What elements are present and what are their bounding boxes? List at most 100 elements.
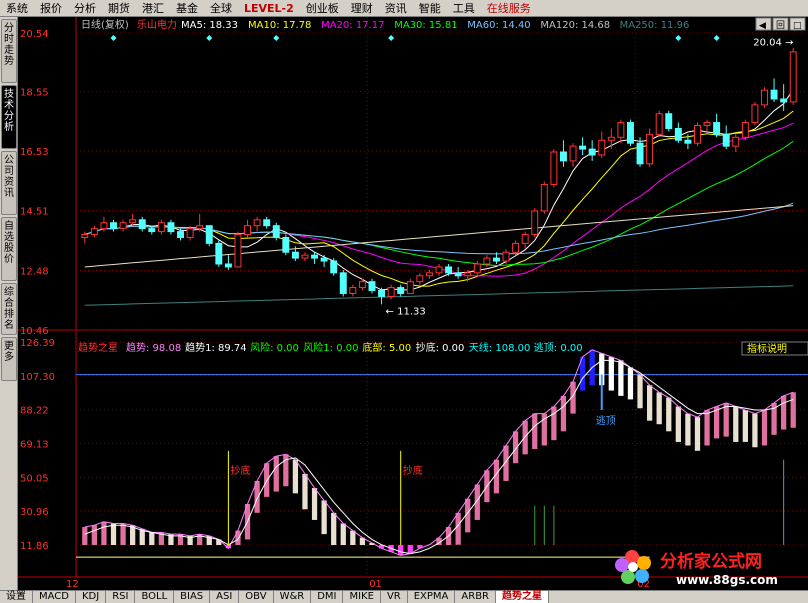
indicator-tab[interactable]: KDJ bbox=[76, 591, 107, 603]
ma5-line bbox=[84, 89, 794, 291]
indicator-legend-item: 风险1: 0.00 bbox=[303, 341, 358, 354]
indicator-tab[interactable]: MACD bbox=[33, 591, 76, 603]
indicator-tab[interactable]: W&R bbox=[274, 591, 312, 603]
price-tick-label: 10.46 bbox=[20, 326, 49, 337]
buy-signal-label: 抄底 bbox=[230, 464, 250, 477]
candle-body bbox=[770, 89, 778, 100]
ma250-line bbox=[84, 285, 794, 306]
indicator-tab[interactable]: 设置 bbox=[0, 591, 33, 603]
indicator-tick-label: 126.39 bbox=[20, 338, 55, 349]
candle-body bbox=[406, 281, 414, 294]
chart-svg: 20.54 18.55 16.53 14.51 12.48 10.46126.39 107.… bbox=[18, 17, 808, 590]
indicator-tab[interactable]: VR bbox=[381, 591, 408, 603]
candle-body bbox=[349, 287, 357, 294]
low-price-label: ← 11.33 bbox=[386, 306, 426, 317]
window-button-label: 回 bbox=[776, 20, 785, 31]
candle-body bbox=[751, 104, 759, 124]
indicator-tick-label: 50.05 bbox=[20, 473, 49, 484]
price-tick-label: 20.54 bbox=[20, 29, 49, 40]
signal-diamond bbox=[273, 35, 280, 41]
menu-item[interactable]: 全球 bbox=[204, 0, 238, 17]
sidebar-tab[interactable]: 技术分析 bbox=[1, 85, 17, 149]
candle-body bbox=[540, 183, 548, 212]
indicator-tab[interactable]: EXPMA bbox=[408, 591, 456, 603]
candle-body bbox=[196, 225, 204, 230]
candle-body bbox=[636, 142, 644, 165]
indicator-tab[interactable]: ASI bbox=[210, 591, 240, 603]
candle-body bbox=[320, 257, 328, 262]
candle-body bbox=[129, 219, 137, 224]
indicator-tab[interactable]: BOLL bbox=[135, 591, 175, 603]
menu-item[interactable]: 分析 bbox=[68, 0, 102, 17]
signal-diamond bbox=[713, 35, 720, 41]
indicator-tab[interactable]: RSI bbox=[106, 591, 136, 603]
candle-body bbox=[253, 219, 261, 227]
escape-signal-label: 逃顶 bbox=[596, 414, 616, 427]
candle-body bbox=[425, 272, 433, 277]
indicator-tab[interactable]: DMI bbox=[311, 591, 344, 603]
candle-body bbox=[272, 225, 280, 238]
indicator-tab[interactable]: ARBR bbox=[455, 591, 497, 603]
candle-body bbox=[703, 122, 711, 127]
candle-body bbox=[684, 139, 692, 144]
high-price-label: 20.04 → bbox=[753, 38, 793, 49]
indicator-tab[interactable]: BIAS bbox=[174, 591, 211, 603]
candle-body bbox=[521, 234, 529, 244]
menu-item[interactable]: LEVEL-2 bbox=[238, 0, 300, 17]
candle-body bbox=[301, 254, 309, 259]
menu-item[interactable]: 系统 bbox=[0, 0, 34, 17]
menu-item[interactable]: 资讯 bbox=[379, 0, 413, 17]
indicator-tab[interactable]: MIKE bbox=[343, 591, 381, 603]
menu-item[interactable]: 报价 bbox=[34, 0, 68, 17]
candle-body bbox=[167, 222, 175, 233]
ma-legend-item: MA5: 18.33 bbox=[181, 20, 238, 31]
candle-body bbox=[674, 127, 682, 141]
candle-body bbox=[234, 234, 242, 268]
candle-body bbox=[177, 231, 184, 238]
candle-body bbox=[569, 145, 577, 162]
ma-legend-item: MA60: 14.40 bbox=[467, 20, 530, 31]
indicator-help-label: 指标说明 bbox=[747, 342, 787, 355]
menu-item[interactable]: 在线服务 bbox=[481, 0, 537, 17]
indicator-tick-label: 30.96 bbox=[20, 507, 49, 518]
menu-item[interactable]: 工具 bbox=[447, 0, 481, 17]
signal-diamond bbox=[110, 35, 117, 41]
sidebar-tab[interactable]: 更多 bbox=[1, 337, 17, 381]
grid-layer bbox=[18, 17, 808, 578]
candle-body bbox=[244, 225, 252, 236]
indicator-tick-label: 11.86 bbox=[20, 541, 49, 552]
menu-item[interactable]: 基金 bbox=[170, 0, 204, 17]
candle-body bbox=[397, 287, 405, 294]
indicator-chart bbox=[76, 349, 808, 558]
chart-area[interactable]: 20.54 18.55 16.53 14.51 12.48 10.46 126.39 107.… bbox=[18, 17, 808, 590]
sidebar-tab[interactable]: 分时走势 bbox=[1, 19, 17, 83]
ma30-line bbox=[84, 140, 794, 266]
candle-body bbox=[588, 148, 596, 156]
indicator-legend-item: 趋势: 98.08 bbox=[126, 341, 181, 354]
indicator-tab[interactable]: 趋势之星 bbox=[496, 591, 550, 603]
price-tick-label: 14.51 bbox=[20, 207, 49, 218]
sidebar-tab[interactable]: 自选股价 bbox=[1, 217, 17, 281]
candle-body bbox=[741, 122, 749, 138]
candle-body bbox=[550, 151, 558, 185]
candle-body bbox=[579, 145, 587, 150]
candle-body bbox=[224, 263, 232, 268]
menu-item[interactable]: 智能 bbox=[413, 0, 447, 17]
indicator-tick-label: 69.13 bbox=[20, 439, 49, 450]
candle-body bbox=[722, 133, 730, 147]
sidebar-tab[interactable]: 综合排名 bbox=[1, 283, 17, 335]
sidebar-tab[interactable]: 公司资讯 bbox=[1, 151, 17, 215]
candle-body bbox=[464, 272, 472, 277]
candle-body bbox=[665, 113, 673, 129]
candle-body bbox=[81, 234, 89, 238]
menu-item[interactable]: 创业板 bbox=[300, 0, 345, 17]
sidebar: 分时走势技术分析公司资讯自选股价综合排名更多 bbox=[0, 17, 18, 590]
indicator-tick-label: 88.22 bbox=[20, 406, 49, 417]
menu-item[interactable]: 理财 bbox=[345, 0, 379, 17]
candle-body bbox=[483, 257, 491, 265]
menu-item[interactable]: 期货 bbox=[102, 0, 136, 17]
menu-item[interactable]: 港汇 bbox=[136, 0, 170, 17]
indicator-tab[interactable]: OBV bbox=[239, 591, 274, 603]
candle-body bbox=[215, 242, 223, 265]
ma-legend-item: MA120: 14.68 bbox=[540, 20, 610, 31]
